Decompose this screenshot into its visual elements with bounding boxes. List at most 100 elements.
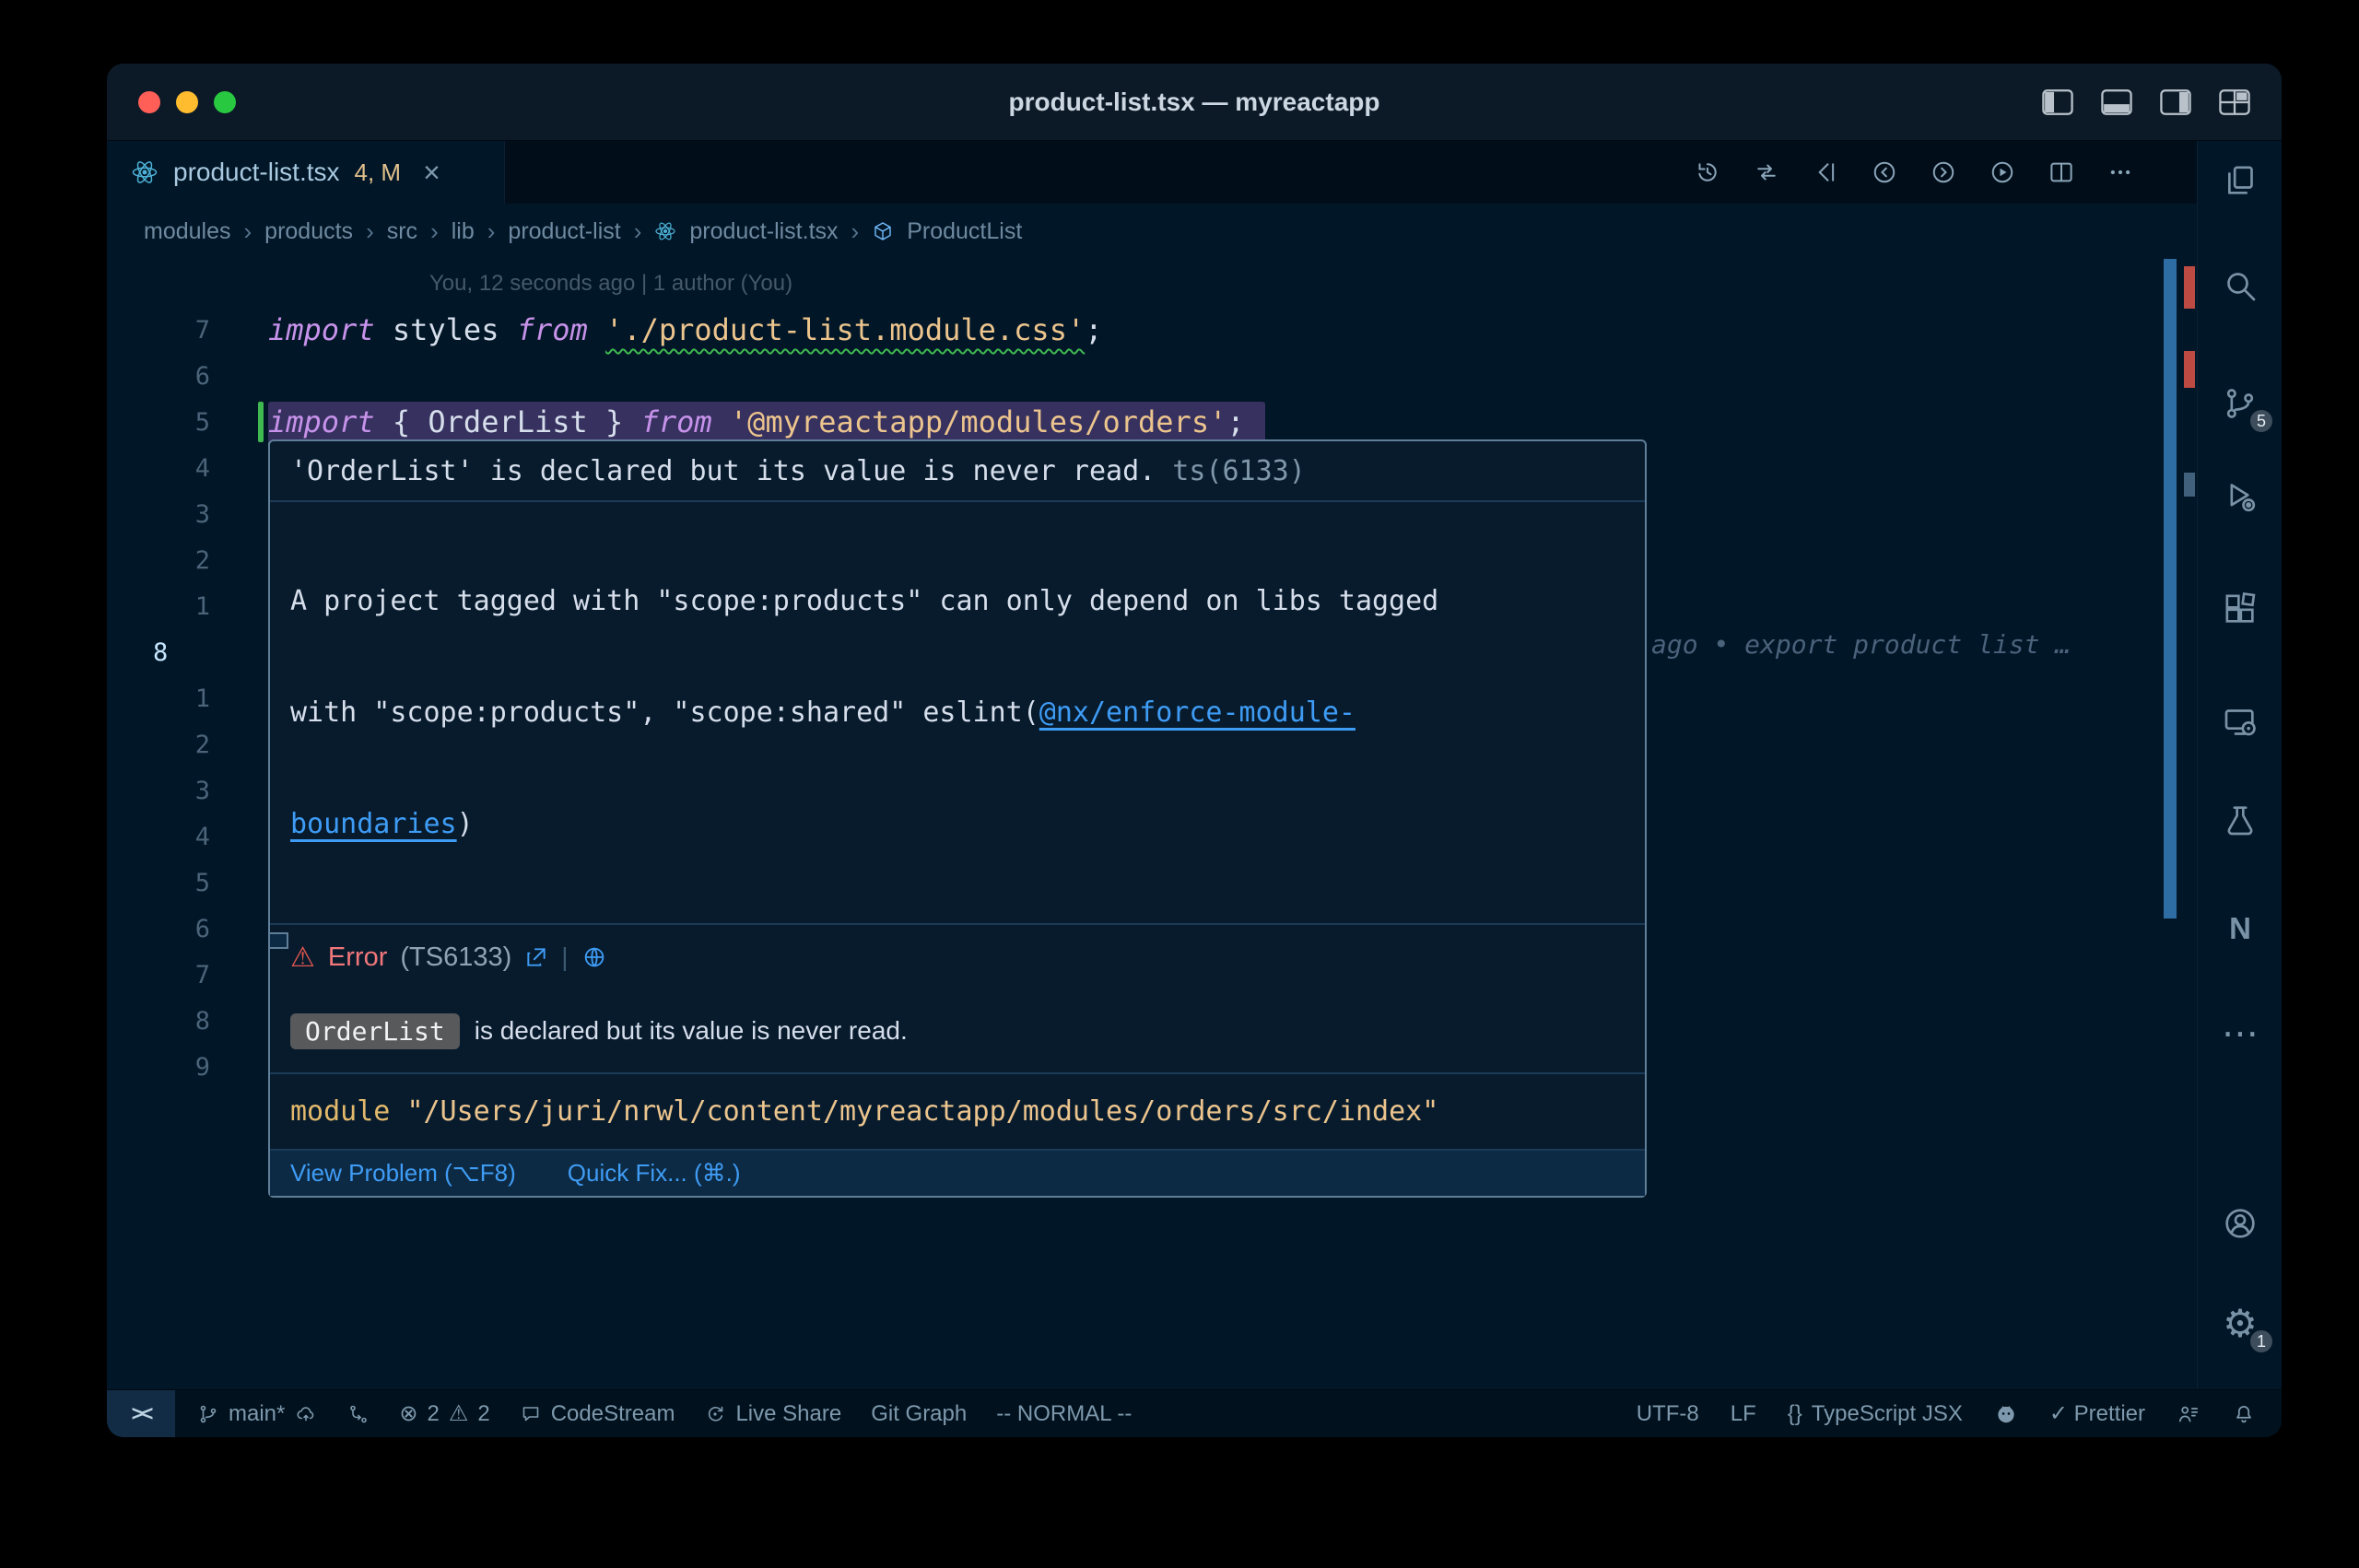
hover-module-path: module "/Users/juri/nrwl/content/myreact… [270,1074,1645,1149]
minimize-window-button[interactable] [176,91,198,113]
tab-close-icon[interactable]: × [423,156,440,190]
react-file-icon [654,220,676,242]
error-label: Error [328,942,387,973]
tab-bar: product-list.tsx 4, M × [107,141,2282,204]
chevron-right-icon: › [851,217,860,246]
editor-toolbar [1694,141,2134,204]
overview-error-mark [2184,351,2195,388]
hover-ts-message: 'OrderList' is declared but its value is… [270,441,1645,502]
code-text[interactable]: import styles from './product-list.modul… [268,307,1102,353]
accounts-icon[interactable] [2198,1198,2282,1249]
blame-annotation[interactable]: You, 12 seconds ago | 1 author (You) [429,271,792,297]
hover-resize-handle[interactable] [268,932,288,949]
encoding-status[interactable]: UTF-8 [1637,1401,1699,1427]
split-editor-icon[interactable] [2048,158,2075,186]
line-number: 6 [107,915,210,943]
file-history-icon[interactable] [1694,158,1721,186]
symbol-chip: OrderList [290,1013,460,1049]
breadcrumb-modules[interactable]: modules [144,218,231,245]
line-number: 7 [107,316,210,345]
quick-fix-link[interactable]: Quick Fix... (⌘.) [568,1159,741,1188]
remote-indicator[interactable]: >< [107,1390,175,1438]
next-change-icon[interactable] [1930,158,1957,186]
line-number: 4 [107,823,210,851]
close-window-button[interactable] [138,91,160,113]
live-share-status[interactable]: Live Share [704,1401,841,1427]
explorer-icon[interactable] [2198,155,2282,206]
notifications-bell-icon[interactable] [2232,1402,2256,1426]
window-title: product-list.tsx — myreactapp [1009,88,1380,117]
error-icon: ⊗ [399,1400,417,1427]
line-number: 1 [107,592,210,621]
compare-changes-icon[interactable] [1753,158,1780,186]
nx-console-icon[interactable]: N [2198,903,2282,954]
previous-change-icon[interactable] [1871,158,1898,186]
code-editor[interactable]: You, 12 seconds ago | 1 author (You) 7 i… [107,259,2197,1389]
breadcrumb-lib[interactable]: lib [452,218,475,245]
codestream-status[interactable]: CodeStream [520,1401,675,1427]
run-file-icon[interactable] [1989,158,2016,186]
toggle-secondary-sidebar-icon[interactable] [2160,88,2191,116]
overview-info-mark [2184,473,2195,497]
settings-gear-icon[interactable]: ⚙ 1 [2198,1298,2282,1350]
chevron-right-icon: › [430,217,439,246]
code-line-highlighted: 5 import { OrderList } from '@myreactapp… [107,399,2197,445]
tab-label: product-list.tsx [173,158,340,187]
zoom-window-button[interactable] [214,91,236,113]
source-control-icon[interactable]: 5 [2198,378,2282,429]
gitlens-compare-status[interactable] [347,1403,370,1425]
breadcrumb-file[interactable]: product-list.tsx [689,218,838,245]
toggle-sidebar-icon[interactable] [2042,88,2073,116]
tab-product-list[interactable]: product-list.tsx 4, M × [107,141,505,204]
toggle-panel-icon[interactable] [2101,88,2132,116]
settings-badge: 1 [2248,1328,2275,1355]
git-added-gutter-indicator [258,402,264,442]
vim-mode-indicator[interactable]: -- NORMAL -- [996,1401,1132,1427]
open-external-icon[interactable] [524,945,548,969]
more-actions-icon[interactable] [2107,158,2134,186]
view-problem-link[interactable]: View Problem (⌥F8) [290,1159,516,1188]
testing-beaker-icon[interactable] [2198,794,2282,846]
overview-error-mark [2184,266,2195,309]
customize-layout-icon[interactable] [2219,88,2250,116]
run-debug-icon[interactable] [2198,471,2282,522]
title-bar: product-list.tsx — myreactapp [107,64,2282,141]
activity-bar: 5 N ⋯ ⚙ 1 [2197,141,2282,1389]
feedback-icon[interactable] [2177,1402,2201,1426]
code-text[interactable]: import { OrderList } from '@myreactapp/m… [268,399,1245,445]
remote-explorer-icon[interactable] [2198,696,2282,748]
line-number: 5 [107,869,210,897]
line-number: 3 [107,500,210,529]
breadcrumb-product-list[interactable]: product-list [508,218,620,245]
problems-status[interactable]: ⊗2 ⚠2 [399,1400,489,1427]
additional-views-icon[interactable]: ⋯ [2198,1008,2282,1059]
eslint-rule-link[interactable]: boundaries [290,808,457,840]
react-file-icon [131,158,158,186]
tab-problems-modified-badge: 4, M [355,158,402,187]
source-control-badge: 5 [2248,407,2275,435]
language-status[interactable]: {} TypeScript JSX [1788,1401,1963,1427]
hover-actions: View Problem (⌥F8) Quick Fix... (⌘.) [270,1149,1645,1196]
symbol-cube-icon [872,220,894,242]
chevron-right-icon: › [634,217,642,246]
prettier-status[interactable]: ✓ Prettier [2049,1400,2145,1427]
extensions-icon[interactable] [2198,583,2282,635]
branch-status[interactable]: main* [197,1401,318,1427]
github-icon[interactable] [1994,1402,2018,1426]
line-number: 8 [107,1007,210,1036]
editor-scrollbar[interactable] [2164,259,2177,919]
open-changes-icon[interactable] [1812,158,1839,186]
globe-icon[interactable] [581,944,607,970]
breadcrumb-src[interactable]: src [387,218,417,245]
search-icon[interactable] [2198,260,2282,311]
eslint-rule-link[interactable]: @nx/enforce-module- [1039,696,1356,729]
eol-status[interactable]: LF [1731,1401,1756,1427]
line-number: 4 [107,454,210,483]
git-graph-status[interactable]: Git Graph [871,1401,967,1427]
status-bar: >< main* ⊗2 ⚠2 CodeStream Live Share [107,1389,2282,1437]
hover-error-detail: OrderList is declared but its value is n… [270,989,1645,1074]
line-number: 2 [107,546,210,575]
warning-icon: ⚠ [449,1400,469,1427]
breadcrumb-products[interactable]: products [264,218,353,245]
breadcrumb-symbol[interactable]: ProductList [907,218,1022,245]
